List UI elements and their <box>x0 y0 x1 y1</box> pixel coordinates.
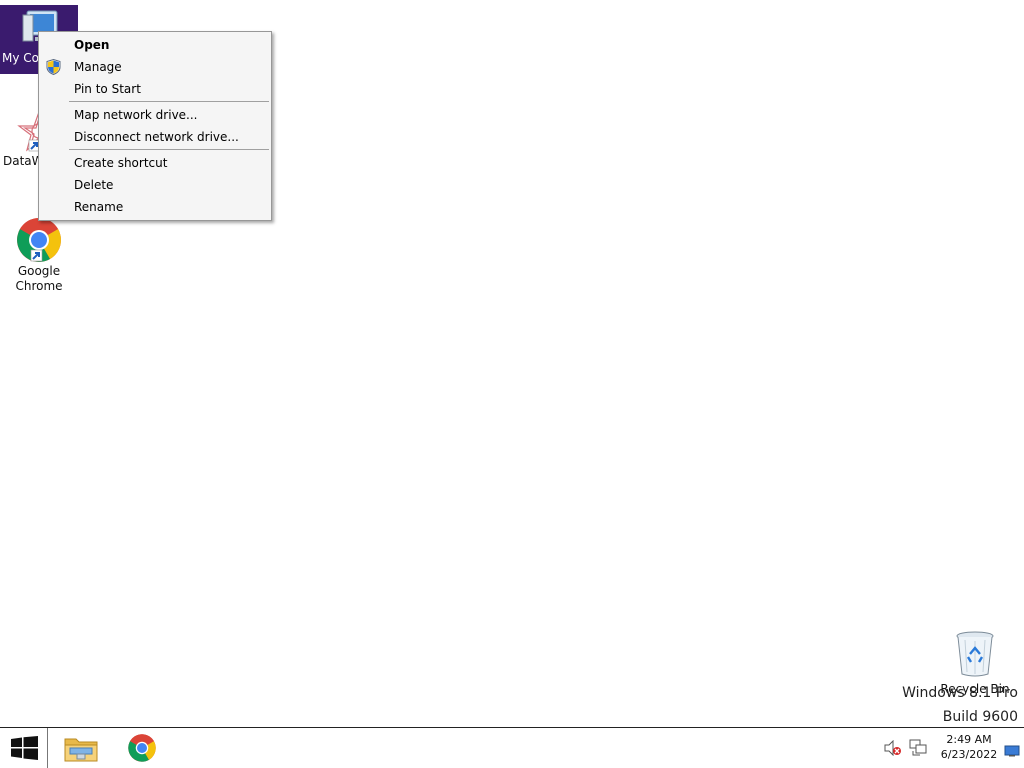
taskbar-file-explorer[interactable] <box>52 728 110 768</box>
menu-item-delete[interactable]: Delete <box>40 174 270 196</box>
menu-item-disconnect-network-drive[interactable]: Disconnect network drive... <box>40 126 270 148</box>
context-menu: Open Manage Pin to Start Map network dri… <box>38 31 272 221</box>
windows-build-watermark: Build 9600 <box>942 709 1018 725</box>
menu-separator <box>69 101 269 102</box>
clock-time: 2:49 AM <box>946 733 992 746</box>
menu-separator <box>69 149 269 150</box>
system-clock[interactable]: 2:49 AM 6/23/2022 <box>938 732 1000 762</box>
desktop: My Co DataW Google Chrome Recycle Bin Wi… <box>0 0 1024 727</box>
speaker-muted-icon[interactable] <box>884 739 902 768</box>
desktop-icon-label-line2: Chrome <box>15 279 63 293</box>
recycle-bin-icon <box>953 630 997 678</box>
windows-logo-icon <box>11 736 38 764</box>
menu-item-map-network-drive[interactable]: Map network drive... <box>40 104 270 126</box>
network-icon[interactable] <box>908 739 928 768</box>
menu-item-label: Manage <box>74 60 122 74</box>
windows-edition-watermark: Windows 8.1 Pro <box>902 685 1018 701</box>
menu-item-pin-to-start[interactable]: Pin to Start <box>40 78 270 100</box>
menu-item-rename[interactable]: Rename <box>40 196 270 218</box>
desktop-icon-label-line1: Google <box>17 264 61 278</box>
taskbar: 2:49 AM 6/23/2022 <box>0 727 1024 768</box>
menu-item-manage[interactable]: Manage <box>40 56 270 78</box>
taskbar-google-chrome[interactable] <box>114 728 172 768</box>
file-explorer-icon <box>64 733 98 767</box>
menu-item-create-shortcut[interactable]: Create shortcut <box>40 152 270 174</box>
menu-item-open[interactable]: Open <box>40 34 270 56</box>
chrome-shortcut-icon <box>15 216 63 264</box>
action-center-icon[interactable] <box>1004 742 1020 761</box>
desktop-icon-google-chrome[interactable]: Google Chrome <box>0 216 78 298</box>
chrome-icon <box>127 733 157 767</box>
clock-date: 6/23/2022 <box>940 748 998 761</box>
start-button[interactable] <box>0 728 48 768</box>
